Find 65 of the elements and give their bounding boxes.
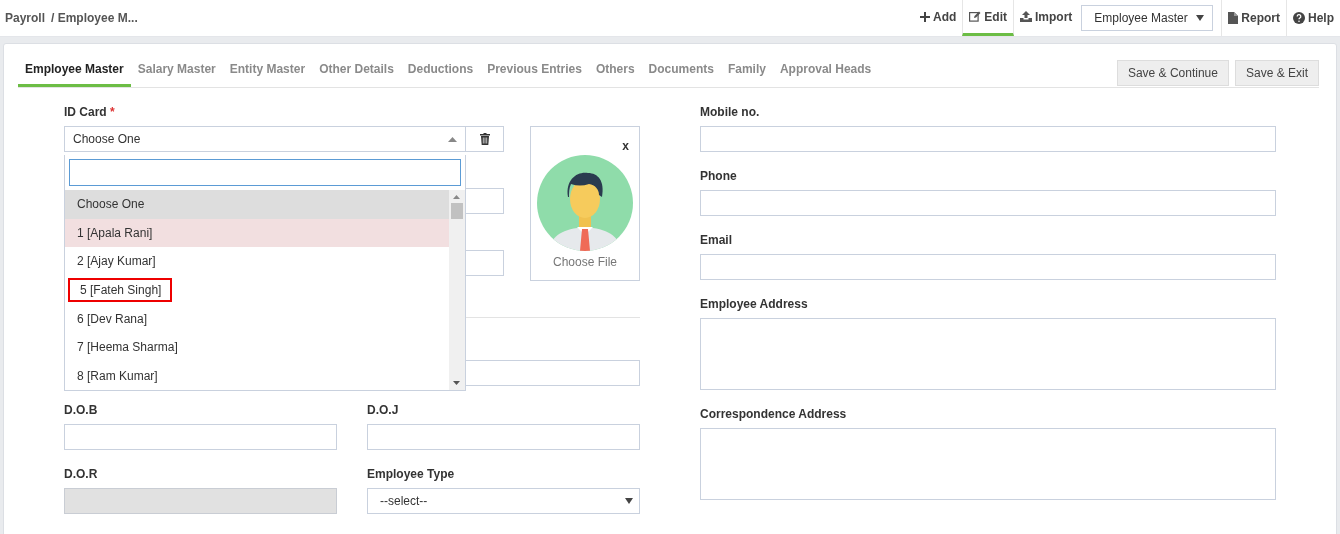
field-label: Employee Type [367,467,456,481]
text-area[interactable] [700,318,1276,390]
field-label: Phone [700,169,738,183]
tab[interactable]: Deductions [400,60,481,87]
tab[interactable]: Approval Heads [772,60,879,87]
scroll-thumb[interactable] [451,203,463,219]
dropdown-option[interactable]: 8 [Ram Kumar] [65,361,449,391]
dropdown-caret-icon [1196,15,1205,21]
field-label: Correspondence Address [700,407,848,421]
tab[interactable]: Others [588,60,642,87]
file-link[interactable]: Report [1221,0,1286,36]
select-field[interactable]: --select-- [367,488,640,514]
caret-up-icon [448,136,457,142]
dropdown-option[interactable]: 1 [Apala Rani] [65,218,449,248]
edit-icon [969,11,982,22]
input-field[interactable] [64,424,337,450]
required-mark: * [110,105,115,119]
tab[interactable]: Salary Master [130,60,223,87]
field-label: D.O.B [64,403,99,417]
choose-file-link[interactable]: Choose File [553,255,617,269]
text-area[interactable] [700,428,1276,500]
trash-icon [479,133,490,145]
save-button[interactable]: Save & Continue [1116,60,1229,86]
highlight-outline: 5 [Fateh Singh] [68,278,173,302]
field-label: D.O.J [367,403,400,417]
dropdown-option[interactable]: 6 [Dev Rana] [65,304,449,333]
field-label: ID Card * [64,105,116,119]
field-label: D.O.R [64,467,99,481]
tab[interactable]: Documents [641,60,721,87]
field-label: Employee Address [700,297,809,311]
save-button[interactable]: Save & Exit [1234,60,1319,86]
field-label: Mobile no. [700,105,761,119]
search-field[interactable] [69,159,461,186]
breadcrumb-current: / Employee M... [51,11,138,25]
master-select[interactable]: Employee Master [1081,5,1214,31]
edit-button[interactable]: Edit [962,0,1014,36]
dropdown-option[interactable]: 5 [Fateh Singh] [65,275,449,305]
scroll-up-icon[interactable] [453,194,461,200]
input-field[interactable] [700,190,1276,216]
breadcrumb-link[interactable]: Payroll [5,11,46,25]
tab[interactable]: Previous Entries [480,60,589,87]
help-link[interactable]: Help [1286,0,1340,36]
dropdown-option[interactable]: 2 [Ajay Kumar] [65,247,449,276]
id-card-select[interactable]: Choose One [64,126,466,152]
tab[interactable]: Employee Master [18,60,131,87]
scroll-down-icon[interactable] [453,380,461,386]
close-button[interactable]: x [622,139,629,153]
plus-button[interactable]: Add [913,0,963,36]
input-field[interactable] [700,126,1276,152]
photo-upload[interactable]: x Choose File [530,126,640,281]
input-field[interactable] [367,424,640,450]
plus-icon [919,11,930,22]
tab[interactable]: Other Details [312,60,401,87]
dropdown-option[interactable]: 7 [Heema Sharma] [65,332,449,362]
help-icon [1293,12,1305,24]
scrollbar[interactable] [449,190,465,390]
upload-button[interactable]: Import [1013,0,1079,36]
input-field[interactable] [700,254,1276,280]
upload-icon [1019,11,1032,22]
dropdown-option[interactable]: Choose One [65,190,449,219]
tab[interactable]: Entity Master [222,60,313,87]
delete-button[interactable] [466,126,504,152]
field-label: Email [700,233,733,247]
dropdown-caret-icon [625,498,633,504]
file-icon [1228,12,1239,24]
